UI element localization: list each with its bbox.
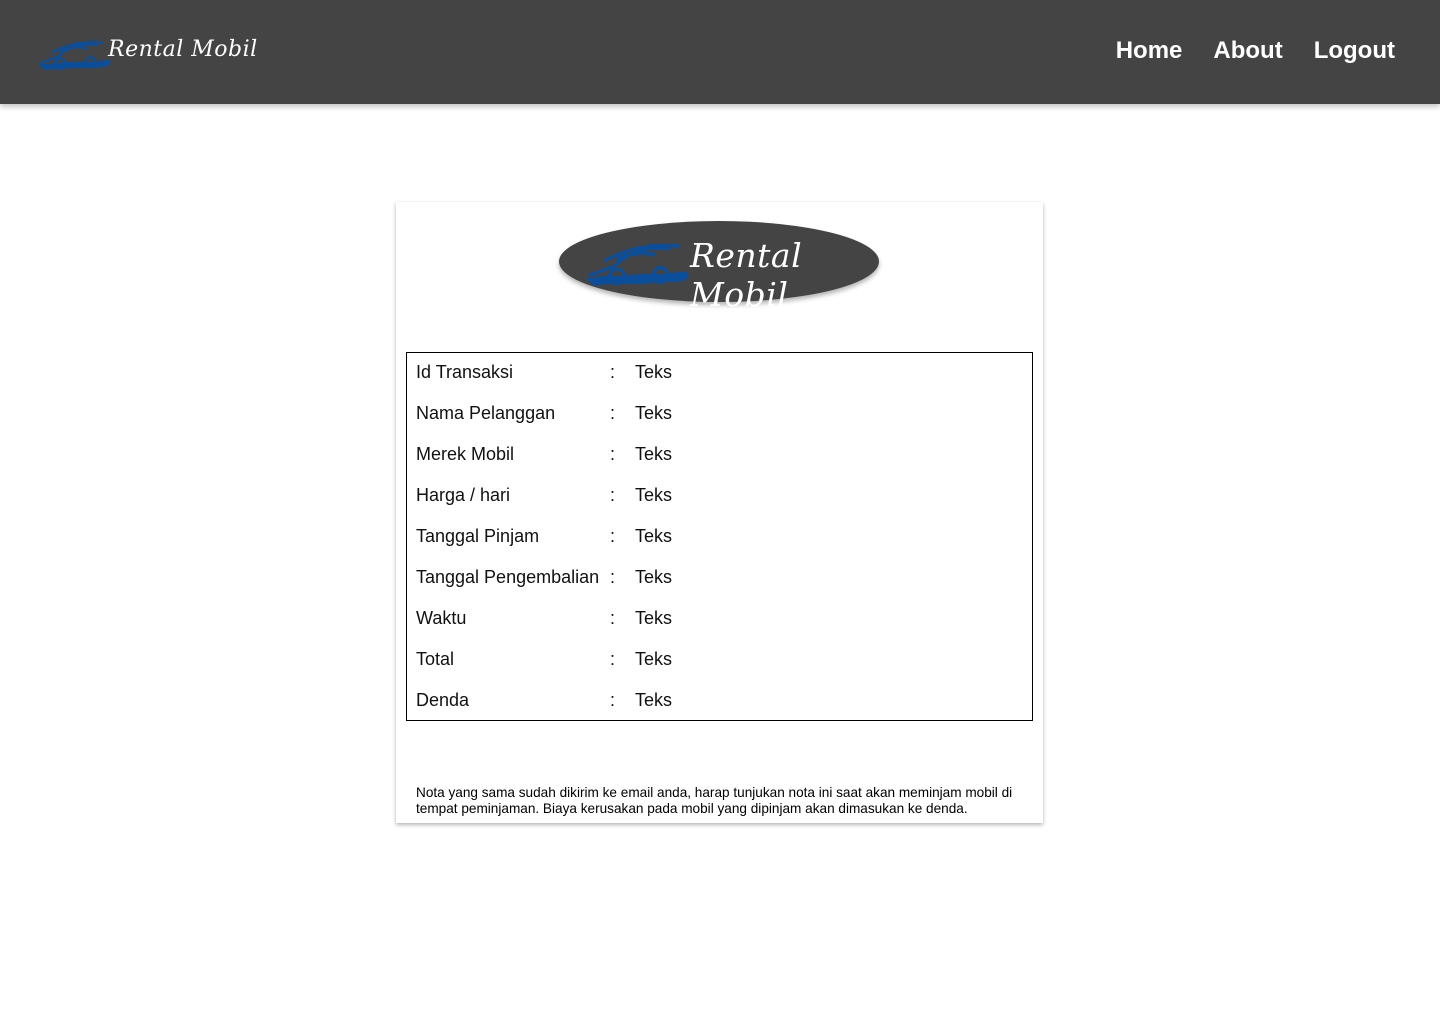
detail-row-tanggal-pengembalian: Tanggal Pengembalian : Teks — [407, 567, 1032, 608]
receipt-logo-badge: Rental Mobil — [559, 221, 879, 314]
detail-row-tanggal-pinjam: Tanggal Pinjam : Teks — [407, 526, 1032, 567]
detail-separator: : — [610, 649, 616, 669]
detail-value: Teks — [635, 485, 673, 505]
detail-value: Teks — [635, 608, 673, 628]
nav-home-link[interactable]: Home — [1116, 36, 1183, 66]
nav-logout-link[interactable]: Logout — [1314, 36, 1395, 66]
nav-about-link[interactable]: About — [1213, 36, 1282, 66]
detail-label: Id Transaksi — [416, 362, 514, 382]
navbar: Rental Mobil Home About Logout — [0, 0, 1440, 104]
detail-label: Merek Mobil — [416, 444, 515, 464]
detail-separator: : — [610, 567, 616, 587]
detail-label: Total — [416, 649, 455, 669]
detail-row-denda: Denda : Teks — [407, 690, 1032, 731]
receipt-brand-name: Rental Mobil — [690, 236, 803, 314]
detail-separator: : — [610, 608, 616, 628]
detail-separator: : — [610, 526, 616, 546]
brand-name: Rental Mobil — [108, 36, 258, 62]
detail-value: Teks — [635, 362, 673, 382]
detail-value: Teks — [635, 567, 673, 587]
brand-logo[interactable]: Rental Mobil — [38, 30, 258, 74]
detail-label: Waktu — [416, 608, 467, 628]
detail-separator: : — [610, 485, 616, 505]
detail-row-merek-mobil: Merek Mobil : Teks — [407, 444, 1032, 485]
detail-value: Teks — [635, 444, 673, 464]
detail-separator: : — [610, 403, 616, 423]
receipt-details-table: Id Transaksi : Teks Nama Pelanggan : Tek… — [406, 352, 1033, 721]
detail-value: Teks — [635, 690, 673, 710]
receipt-card: Rental Mobil Id Transaksi : Teks Nama Pe… — [396, 202, 1043, 823]
detail-row-harga-hari: Harga / hari : Teks — [407, 485, 1032, 526]
detail-row-total: Total : Teks — [407, 649, 1032, 690]
detail-row-waktu: Waktu : Teks — [407, 608, 1032, 649]
detail-separator: : — [610, 690, 616, 710]
detail-label: Tanggal Pinjam — [416, 526, 540, 546]
detail-row-nama-pelanggan: Nama Pelanggan : Teks — [407, 403, 1032, 444]
detail-value: Teks — [635, 526, 673, 546]
car-icon — [586, 243, 689, 285]
receipt-note: Nota yang sama sudah dikirim ke email an… — [416, 784, 1013, 816]
nav-menu: Home About Logout — [1116, 36, 1395, 66]
car-icon — [38, 40, 110, 70]
detail-separator: : — [610, 444, 616, 464]
detail-row-id-transaksi: Id Transaksi : Teks — [407, 362, 1032, 403]
detail-label: Nama Pelanggan — [416, 403, 556, 423]
detail-value: Teks — [635, 649, 673, 669]
detail-value: Teks — [635, 403, 673, 423]
detail-label: Denda — [416, 690, 470, 710]
detail-label: Tanggal Pengembalian — [416, 567, 600, 587]
detail-separator: : — [610, 362, 616, 382]
detail-label: Harga / hari — [416, 485, 511, 505]
